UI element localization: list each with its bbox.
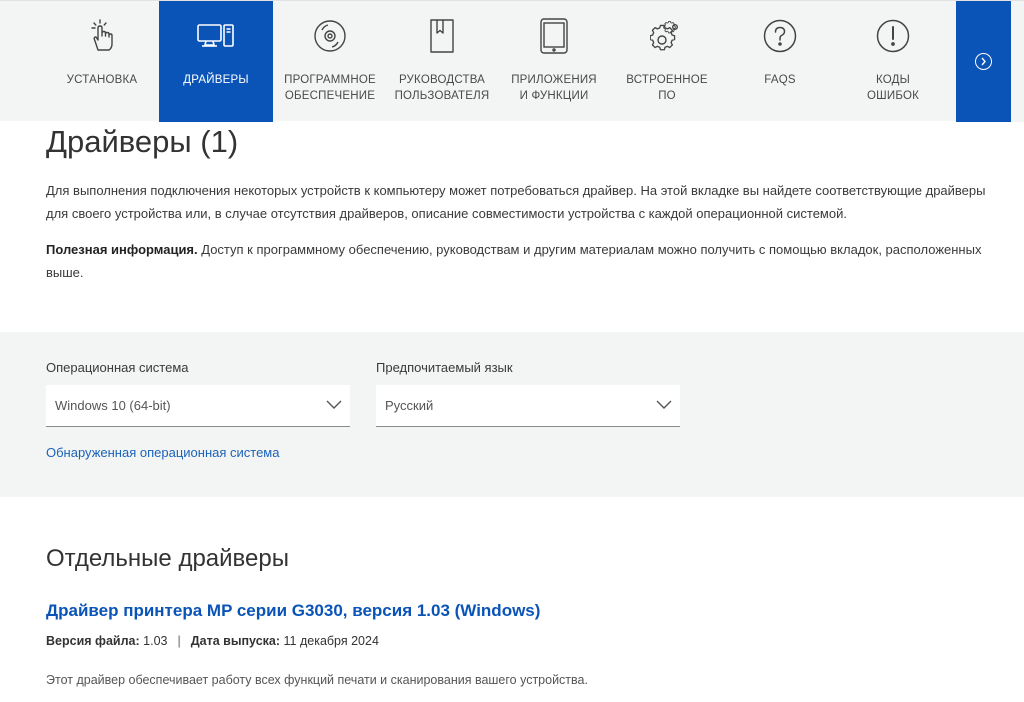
file-version: 1.03 bbox=[143, 634, 168, 648]
tab-label: ПРИЛОЖЕНИЯ И ФУНКЦИИ bbox=[511, 74, 597, 102]
computer-icon bbox=[159, 15, 273, 57]
tab-user-manuals[interactable]: РУКОВОДСТВА ПОЛЬЗОВАТЕЛЯ bbox=[385, 1, 499, 122]
chevron-right-icon bbox=[975, 53, 992, 70]
chevron-down-icon bbox=[656, 397, 672, 415]
tab-label: КОДЫ ОШИБОК bbox=[866, 74, 919, 102]
tab-label: РУКОВОДСТВА ПОЛЬЗОВАТЕЛЯ bbox=[394, 74, 490, 102]
language-select[interactable]: Русский bbox=[376, 385, 680, 427]
driver-meta: Версия файла: 1.03 | Дата выпуска: 11 дека… bbox=[46, 634, 379, 648]
tab-error-codes[interactable]: КОДЫ ОШИБОК bbox=[836, 1, 950, 122]
tab-label: ДРАЙВЕРЫ bbox=[183, 74, 249, 86]
language-label: Предпочитаемый язык bbox=[376, 360, 513, 375]
tab-label: FAQS bbox=[764, 74, 796, 86]
tab-apps-features[interactable]: ПРИЛОЖЕНИЯ И ФУНКЦИИ bbox=[497, 1, 611, 122]
tablet-icon bbox=[497, 15, 611, 57]
intro-text: Для выполнения подключения некоторых уст… bbox=[46, 183, 986, 221]
language-select-value: Русский bbox=[385, 398, 434, 413]
useful-info-label: Полезная информация. bbox=[46, 242, 198, 257]
filter-panel: Операционная система Windows 10 (64-bit)… bbox=[0, 332, 1024, 497]
driver-title-link[interactable]: Драйвер принтера MP серии G3030, версия … bbox=[46, 601, 540, 621]
tab-drivers[interactable]: ДРАЙВЕРЫ bbox=[159, 1, 273, 122]
os-label: Операционная система bbox=[46, 360, 189, 375]
category-tab-bar: УСТАНОВКА ДРАЙВЕРЫ ПРОГРАММНОЕ ОБЕСПЕЧЕНИ… bbox=[0, 0, 1024, 122]
section-heading: Отдельные драйверы bbox=[46, 545, 289, 572]
page-title: Драйверы (1) bbox=[46, 124, 239, 159]
question-icon bbox=[723, 15, 837, 57]
tabs-next-button[interactable] bbox=[956, 1, 1011, 122]
document-icon bbox=[385, 15, 499, 57]
os-select-value: Windows 10 (64-bit) bbox=[55, 398, 171, 413]
disc-icon bbox=[273, 15, 387, 57]
release-date: 11 декабря 2024 bbox=[283, 634, 379, 648]
driver-description: Этот драйвер обеспечивает работу всех фу… bbox=[46, 673, 588, 687]
chevron-down-icon bbox=[326, 397, 342, 415]
tab-faqs[interactable]: FAQS bbox=[723, 1, 837, 122]
useful-info-text: Полезная информация. Доступ к программно… bbox=[46, 242, 982, 280]
meta-separator: | bbox=[177, 634, 181, 648]
tab-label: ПРОГРАММНОЕ ОБЕСПЕЧЕНИЕ bbox=[284, 74, 376, 102]
detected-os-link[interactable]: Обнаруженная операционная система bbox=[46, 445, 279, 460]
tab-firmware[interactable]: ВСТРОЕННОЕ ПО bbox=[610, 1, 724, 122]
hand-pointer-icon bbox=[45, 15, 159, 57]
os-select[interactable]: Windows 10 (64-bit) bbox=[46, 385, 350, 427]
exclamation-icon bbox=[836, 15, 950, 57]
tab-installation[interactable]: УСТАНОВКА bbox=[45, 1, 159, 122]
gears-icon bbox=[610, 15, 724, 57]
tab-software[interactable]: ПРОГРАММНОЕ ОБЕСПЕЧЕНИЕ bbox=[273, 1, 387, 122]
tab-label: УСТАНОВКА bbox=[66, 74, 138, 86]
tab-bar-edge bbox=[1011, 1, 1024, 122]
tab-label: ВСТРОЕННОЕ ПО bbox=[626, 74, 708, 102]
